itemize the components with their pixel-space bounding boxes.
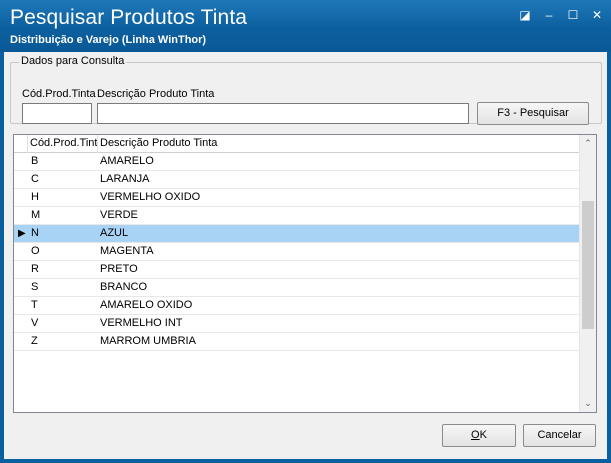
search-window: Pesquisar Produtos Tinta Distribuição e …	[0, 0, 611, 463]
row-indicator-icon	[18, 261, 28, 279]
description-input[interactable]	[97, 103, 469, 124]
table-row[interactable]: ▶ N AZUL	[14, 225, 580, 243]
description-cell: VERMELHO OXIDO	[100, 191, 201, 203]
query-group-label: Dados para Consulta	[19, 55, 127, 67]
table-row[interactable]: S BRANCO	[14, 279, 580, 297]
minimize-icon[interactable]: –	[541, 8, 557, 24]
row-indicator-icon	[18, 171, 28, 189]
code-cell: T	[31, 299, 38, 311]
ok-button[interactable]: OK	[442, 424, 516, 447]
description-column-header[interactable]: Descrição Produto Tinta	[98, 135, 580, 153]
row-indicator-icon	[18, 243, 28, 261]
ok-label-rest: K	[479, 429, 487, 441]
maximize-icon[interactable]: ☐	[565, 8, 581, 24]
code-label: Cód.Prod.Tinta	[22, 88, 96, 100]
row-indicator-icon	[18, 297, 28, 315]
code-cell: C	[31, 173, 39, 185]
table-row[interactable]: O MAGENTA	[14, 243, 580, 261]
window-title: Pesquisar Produtos Tinta	[10, 6, 248, 29]
close-icon[interactable]: ✕	[589, 8, 605, 24]
table-row[interactable]: C LARANJA	[14, 171, 580, 189]
code-column-header[interactable]: Cód.Prod.Tint	[28, 135, 98, 153]
row-indicator-icon	[18, 153, 28, 171]
vertical-scrollbar[interactable]: ⌃ ⌄	[579, 135, 596, 412]
row-indicator-icon	[18, 333, 28, 351]
code-cell: O	[31, 245, 40, 257]
query-groupbox: Dados para Consulta Cód.Prod.Tinta Descr…	[10, 55, 602, 125]
description-cell: AZUL	[100, 227, 129, 239]
code-cell: H	[31, 191, 39, 203]
code-input[interactable]	[22, 103, 92, 124]
row-indicator-icon	[18, 315, 28, 333]
table-row[interactable]: M VERDE	[14, 207, 580, 225]
code-cell: B	[31, 155, 39, 167]
scroll-thumb[interactable]	[582, 201, 594, 329]
code-cell: N	[31, 227, 39, 239]
table-row[interactable]: T AMARELO OXIDO	[14, 297, 580, 315]
description-label: Descrição Produto Tinta	[97, 88, 215, 100]
title-bar[interactable]: Pesquisar Produtos Tinta Distribuição e …	[0, 0, 611, 52]
description-cell: BRANCO	[100, 281, 148, 293]
table-row[interactable]: R PRETO	[14, 261, 580, 279]
grid-header: Cód.Prod.Tint Descrição Produto Tinta	[14, 135, 580, 153]
search-button[interactable]: F3 - Pesquisar	[477, 102, 589, 125]
window-subtitle: Distribuição e Varejo (Linha WinThor)	[10, 34, 207, 46]
grid-rows: B AMARELO C LARANJA H VERMELHO OXIDO M VERDE ▶ N A…	[14, 153, 580, 351]
table-row[interactable]: B AMARELO	[14, 153, 580, 171]
row-indicator-icon	[18, 189, 28, 207]
row-indicator-icon	[18, 279, 28, 297]
code-cell: M	[31, 209, 41, 221]
description-cell: MARROM UMBRIA	[100, 335, 196, 347]
edit-window-icon[interactable]: ◪	[517, 8, 533, 24]
description-cell: VERDE	[100, 209, 138, 221]
ok-accelerator: O	[471, 429, 480, 441]
row-indicator-header	[14, 135, 28, 153]
scroll-down-icon[interactable]: ⌄	[580, 395, 596, 412]
table-row[interactable]: H VERMELHO OXIDO	[14, 189, 580, 207]
code-cell: S	[31, 281, 39, 293]
description-cell: PRETO	[100, 263, 138, 275]
row-indicator-icon: ▶	[18, 228, 26, 239]
code-cell: Z	[31, 335, 38, 347]
code-cell: V	[31, 317, 39, 329]
results-grid[interactable]: Cód.Prod.Tint Descrição Produto Tinta B A…	[13, 134, 597, 413]
table-row[interactable]: V VERMELHO INT	[14, 315, 580, 333]
description-cell: AMARELO OXIDO	[100, 299, 193, 311]
row-indicator-icon	[18, 207, 28, 225]
code-cell: R	[31, 263, 39, 275]
description-cell: LARANJA	[100, 173, 150, 185]
cancel-button[interactable]: Cancelar	[523, 424, 596, 447]
description-cell: MAGENTA	[100, 245, 154, 257]
table-row[interactable]: Z MARROM UMBRIA	[14, 333, 580, 351]
description-cell: VERMELHO INT	[100, 317, 183, 329]
window-body: Dados para Consulta Cód.Prod.Tinta Descr…	[4, 52, 607, 459]
description-cell: AMARELO	[100, 155, 154, 167]
scroll-up-icon[interactable]: ⌃	[580, 135, 596, 152]
